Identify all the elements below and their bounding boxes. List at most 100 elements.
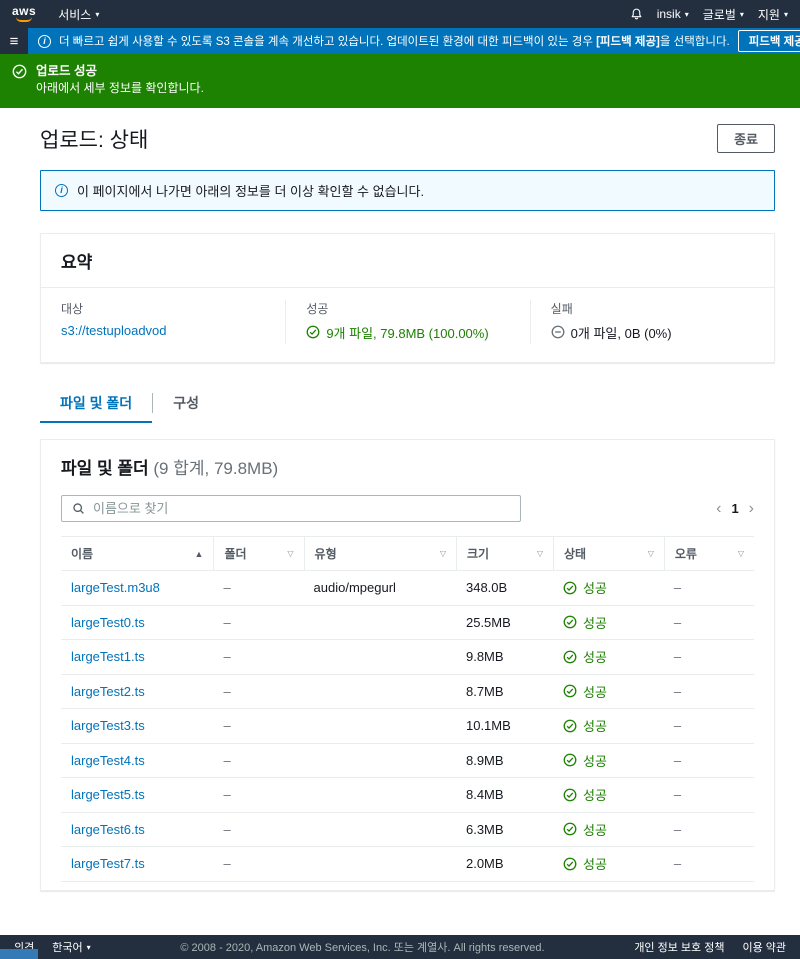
column-label: 폴더	[224, 547, 247, 562]
provide-feedback-button[interactable]: 피드백 제공	[737, 30, 800, 52]
sort-toggle-icon: ▽	[287, 549, 294, 559]
files-count: (9 합계, 79.8MB)	[153, 459, 279, 479]
check-circle-icon	[563, 822, 577, 836]
target-bucket-link[interactable]: s3://testuploadvod	[61, 323, 167, 338]
column-header-name[interactable]: 이름 ▲	[61, 537, 213, 570]
privacy-policy-link[interactable]: 개인 정보 보호 정책	[634, 939, 724, 955]
table-row: largeTest4.ts – 8.9MB 성공 –	[61, 743, 754, 779]
exit-button[interactable]: 종료	[717, 124, 775, 154]
table-row: largeTest2.ts – 8.7MB 성공 –	[61, 674, 754, 710]
type-cell	[303, 812, 456, 848]
language-selector[interactable]: 한국어 ▾	[52, 939, 90, 955]
search-input[interactable]	[93, 501, 510, 517]
tab-configuration[interactable]: 구성	[153, 387, 219, 423]
sidebar-toggle[interactable]: ≡	[0, 28, 28, 54]
column-label: 이름	[71, 547, 94, 562]
status-cell: 성공	[553, 777, 664, 813]
tab-files-and-folders[interactable]: 파일 및 폴더	[40, 387, 153, 424]
tab-bar: 파일 및 폴더 구성	[40, 387, 775, 424]
notice-text: 이 페이지에서 나가면 아래의 정보를 더 이상 확인할 수 없습니다.	[77, 183, 425, 199]
region-menu[interactable]: 글로벌 ▾	[703, 6, 744, 23]
size-cell: 8.9MB	[455, 743, 553, 779]
status-cell: 성공	[553, 570, 664, 606]
folder-cell: –	[213, 570, 304, 606]
status-cell: 성공	[553, 639, 664, 675]
column-header-folder[interactable]: 폴더 ▽	[213, 537, 303, 571]
file-name-link[interactable]: largeTest7.ts	[71, 856, 145, 871]
folder-cell: –	[213, 708, 304, 744]
column-header-status[interactable]: 상태 ▽	[553, 537, 664, 571]
type-cell	[303, 708, 456, 744]
main-content: 업로드: 상태 종료 i 이 페이지에서 나가면 아래의 정보를 더 이상 확인…	[0, 108, 800, 931]
aws-logo-text: aws	[12, 4, 37, 18]
status-cell: 성공	[553, 846, 664, 882]
success-label: 성공	[306, 301, 329, 316]
file-name-link[interactable]: largeTest0.ts	[71, 615, 145, 630]
size-cell: 8.7MB	[455, 674, 553, 710]
aws-smile-icon	[16, 17, 33, 22]
info-icon: i	[38, 34, 51, 48]
column-header-error[interactable]: 오류 ▽	[663, 537, 754, 571]
success-subtitle: 아래에서 세부 정보를 확인합니다.	[36, 81, 204, 96]
type-cell: audio/mpegurl	[303, 570, 456, 606]
notifications-bell-icon[interactable]	[630, 7, 643, 21]
error-cell: –	[663, 812, 754, 848]
file-name-link[interactable]: largeTest6.ts	[71, 822, 145, 837]
info-icon: i	[55, 183, 68, 197]
file-name-link[interactable]: largeTest4.ts	[71, 753, 145, 768]
status-cell: 성공	[553, 708, 664, 744]
info-banner-message: 더 빠르고 쉽게 사용할 수 있도록 S3 콘솔을 계속 개선하고 있습니다. …	[59, 33, 730, 49]
files-title: 파일 및 폴더	[61, 459, 149, 479]
status-text: 성공	[583, 684, 607, 700]
sort-toggle-icon: ▽	[647, 549, 654, 559]
check-circle-icon	[563, 753, 577, 767]
sort-toggle-icon: ▽	[737, 549, 744, 559]
folder-cell: –	[213, 639, 304, 675]
status-text: 성공	[583, 650, 607, 666]
failed-label: 실패	[550, 301, 573, 316]
aws-logo[interactable]: aws	[12, 4, 37, 22]
column-header-type[interactable]: 유형 ▽	[303, 537, 456, 571]
error-cell: –	[663, 639, 754, 675]
terms-link[interactable]: 이용 약관	[742, 939, 786, 955]
page-number[interactable]: 1	[731, 501, 738, 516]
banner-row: ≡ i 더 빠르고 쉽게 사용할 수 있도록 S3 콘솔을 계속 개선하고 있습…	[0, 28, 800, 54]
type-cell	[303, 743, 456, 779]
type-cell	[303, 846, 456, 882]
error-cell: –	[663, 605, 754, 641]
chevron-down-icon: ▾	[783, 10, 788, 19]
column-label: 유형	[314, 547, 337, 562]
status-cell: 성공	[553, 674, 664, 710]
file-name-link[interactable]: largeTest2.ts	[71, 684, 145, 699]
folder-cell: –	[213, 812, 304, 848]
status-text: 성공	[583, 719, 607, 735]
summary-title: 요약	[61, 252, 93, 272]
size-cell: 9.8MB	[455, 639, 553, 675]
column-header-size[interactable]: 크기 ▽	[455, 537, 553, 571]
file-name-link[interactable]: largeTest1.ts	[71, 649, 145, 664]
file-name-link[interactable]: largeTest.m3u8	[71, 580, 160, 595]
size-cell: 6.3MB	[455, 812, 553, 848]
feedback-corner-tab[interactable]	[0, 948, 38, 959]
type-cell	[303, 605, 456, 641]
size-cell: 348.0B	[455, 570, 553, 606]
file-name-link[interactable]: largeTest3.ts	[71, 718, 145, 733]
account-menu[interactable]: insik ▾	[657, 7, 689, 21]
type-cell	[303, 674, 456, 710]
info-msg-post: 을 선택합니다.	[659, 36, 730, 48]
search-box	[61, 495, 521, 523]
region-label: 글로벌	[702, 7, 736, 22]
prev-page-button[interactable]: ‹	[716, 500, 721, 517]
support-menu[interactable]: 지원 ▾	[758, 6, 788, 23]
file-name-link[interactable]: largeTest5.ts	[71, 787, 145, 802]
next-page-button[interactable]: ›	[749, 500, 754, 517]
size-cell: 8.4MB	[455, 777, 553, 813]
copyright: © 2008 - 2020, Amazon Web Services, Inc.…	[180, 941, 545, 954]
sort-asc-icon: ▲	[194, 548, 204, 559]
top-nav: aws 서비스 ▾ insik ▾ 글로벌 ▾ 지원 ▾	[0, 0, 800, 28]
account-label: insik	[656, 7, 681, 21]
success-value: 9개 파일, 79.8MB (100.00%)	[326, 325, 489, 341]
language-label: 한국어	[52, 941, 83, 954]
status-text: 성공	[583, 753, 607, 769]
services-menu[interactable]: 서비스 ▾	[58, 6, 99, 23]
